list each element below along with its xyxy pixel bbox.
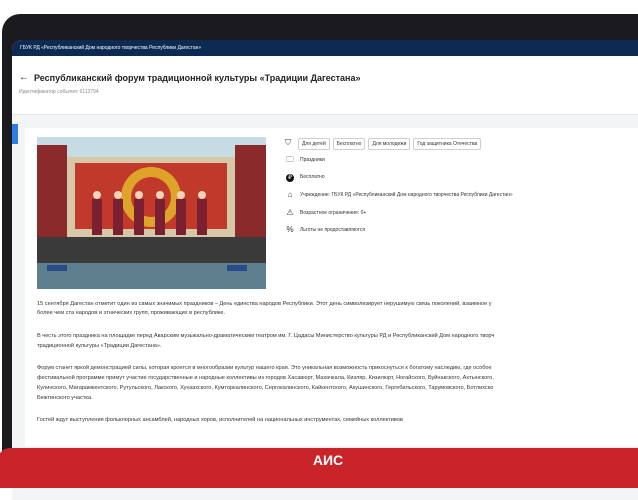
description-line: более чем ста народов и этнических групп… [37,310,226,316]
info-benefits: % Льготы не предоставляются [285,225,365,234]
tag-item[interactable]: Бесплатно [332,138,366,150]
event-id: Идентификатор события: 6113794 [19,89,99,95]
org-bar: ГБУК РД «Республиканский Дом народного т… [12,40,638,56]
description-line: Бежтинского участка. [37,395,93,401]
description-line: Кулинского, Магарамкентского, Рутульског… [37,385,494,391]
device-frame: ГБУК РД «Республиканский Дом народного т… [2,14,638,500]
page-title: Республиканский форум традиционной культ… [34,73,361,83]
info-age: ⚠ Возрастное ограничение: 0+ [285,208,366,217]
category-label: Праздники [300,156,325,163]
description-line: 15 сентября Дагестан отметит один из сам… [37,301,492,307]
price-label: Бесплатно [300,174,325,180]
back-arrow-icon[interactable]: ← [19,72,29,84]
sidebar-accent [12,124,18,144]
event-photo [37,137,266,289]
building-icon: ⌂ [287,190,293,199]
warning-icon: ⚠ [286,208,294,217]
event-card: ⛉ Для детей Бесплатно Для молодежи Год з… [25,128,638,446]
info-institution: ⌂ Учреждение: ГБУК РД «Республиканский Д… [285,190,513,199]
description-line: фестивальной программе примут участие го… [37,375,494,381]
ruble-icon: ₽ [285,172,295,182]
description-line: традиционной культуры «Традиции Дагестан… [37,343,162,349]
info-price: ₽ Бесплатно [285,172,325,182]
description-line: Форум станет яркой демонстрацией силы, к… [37,365,492,371]
percent-icon: % [286,225,294,234]
tag-list: ⛉ Для детей Бесплатно Для молодежи Год з… [285,138,482,150]
tag-item[interactable]: Для детей [298,138,330,150]
description-line: В честь этого праздника на площадке пере… [37,333,495,339]
page-header: ← Республиканский форум традиционной кул… [12,56,638,115]
institution-label: Учреждение: ГБУК РД «Республиканский Дом… [300,191,513,198]
tag-item[interactable]: Для молодежи [368,138,411,150]
info-category: 🗀 Праздники [285,155,325,164]
benefits-label: Льготы не предоставляются [300,226,366,233]
age-label: Возрастное ограничение: 0+ [300,209,367,216]
description-line: Гостей ждут выступления фольклорных анса… [37,417,403,423]
app-screen: ГБУК РД «Республиканский Дом народного т… [12,40,638,500]
tag-icon: ⛉ [285,138,291,147]
tag-item[interactable]: Год защитника Отечества [413,138,482,150]
folder-icon: 🗀 [286,155,294,164]
footer-banner: АИС [0,448,638,488]
